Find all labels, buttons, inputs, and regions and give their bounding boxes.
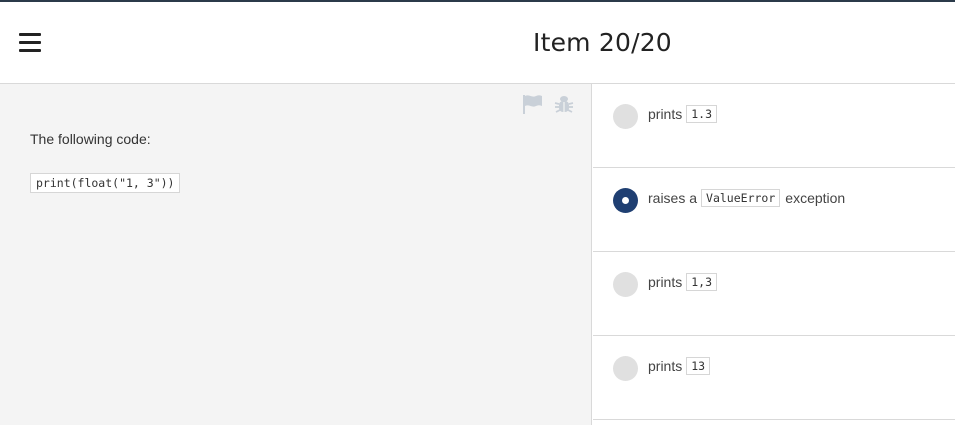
answer-option-3[interactable]: prints 1,3 <box>593 252 955 336</box>
question-tools <box>521 93 575 115</box>
option-text: prints 1.3 <box>648 105 722 123</box>
question-panel: The following code: print(float("1, 3")) <box>0 84 592 425</box>
option-text: raises a ValueError exception <box>648 189 845 207</box>
page-title: Item 20/20 <box>533 28 672 57</box>
option-code: 1,3 <box>686 273 718 291</box>
radio-button[interactable] <box>613 104 638 129</box>
flag-icon[interactable] <box>521 93 543 115</box>
option-code: 1.3 <box>686 105 718 123</box>
answer-option-1[interactable]: prints 1.3 <box>593 84 955 168</box>
answer-options: prints 1.3 raises a ValueError exception… <box>593 84 955 425</box>
bug-report-icon[interactable] <box>553 93 575 115</box>
answer-option-4[interactable]: prints 13 <box>593 336 955 420</box>
option-label: prints <box>648 274 683 290</box>
option-code: ValueError <box>701 189 781 207</box>
radio-button[interactable] <box>613 356 638 381</box>
option-label: raises a <box>648 190 698 206</box>
radio-button-selected[interactable] <box>613 188 638 213</box>
answer-option-2[interactable]: raises a ValueError exception <box>593 168 955 252</box>
question-code: print(float("1, 3")) <box>30 173 181 193</box>
option-label: prints <box>648 106 683 122</box>
header: Item 20/20 <box>0 2 955 84</box>
option-code: 13 <box>686 357 711 375</box>
option-text: prints 13 <box>648 357 715 375</box>
option-label-suffix: exception <box>785 190 846 206</box>
option-label: prints <box>648 358 683 374</box>
hamburger-menu-icon[interactable] <box>19 33 41 53</box>
option-text: prints 1,3 <box>648 273 722 291</box>
radio-button[interactable] <box>613 272 638 297</box>
question-prompt: The following code: <box>30 131 151 147</box>
